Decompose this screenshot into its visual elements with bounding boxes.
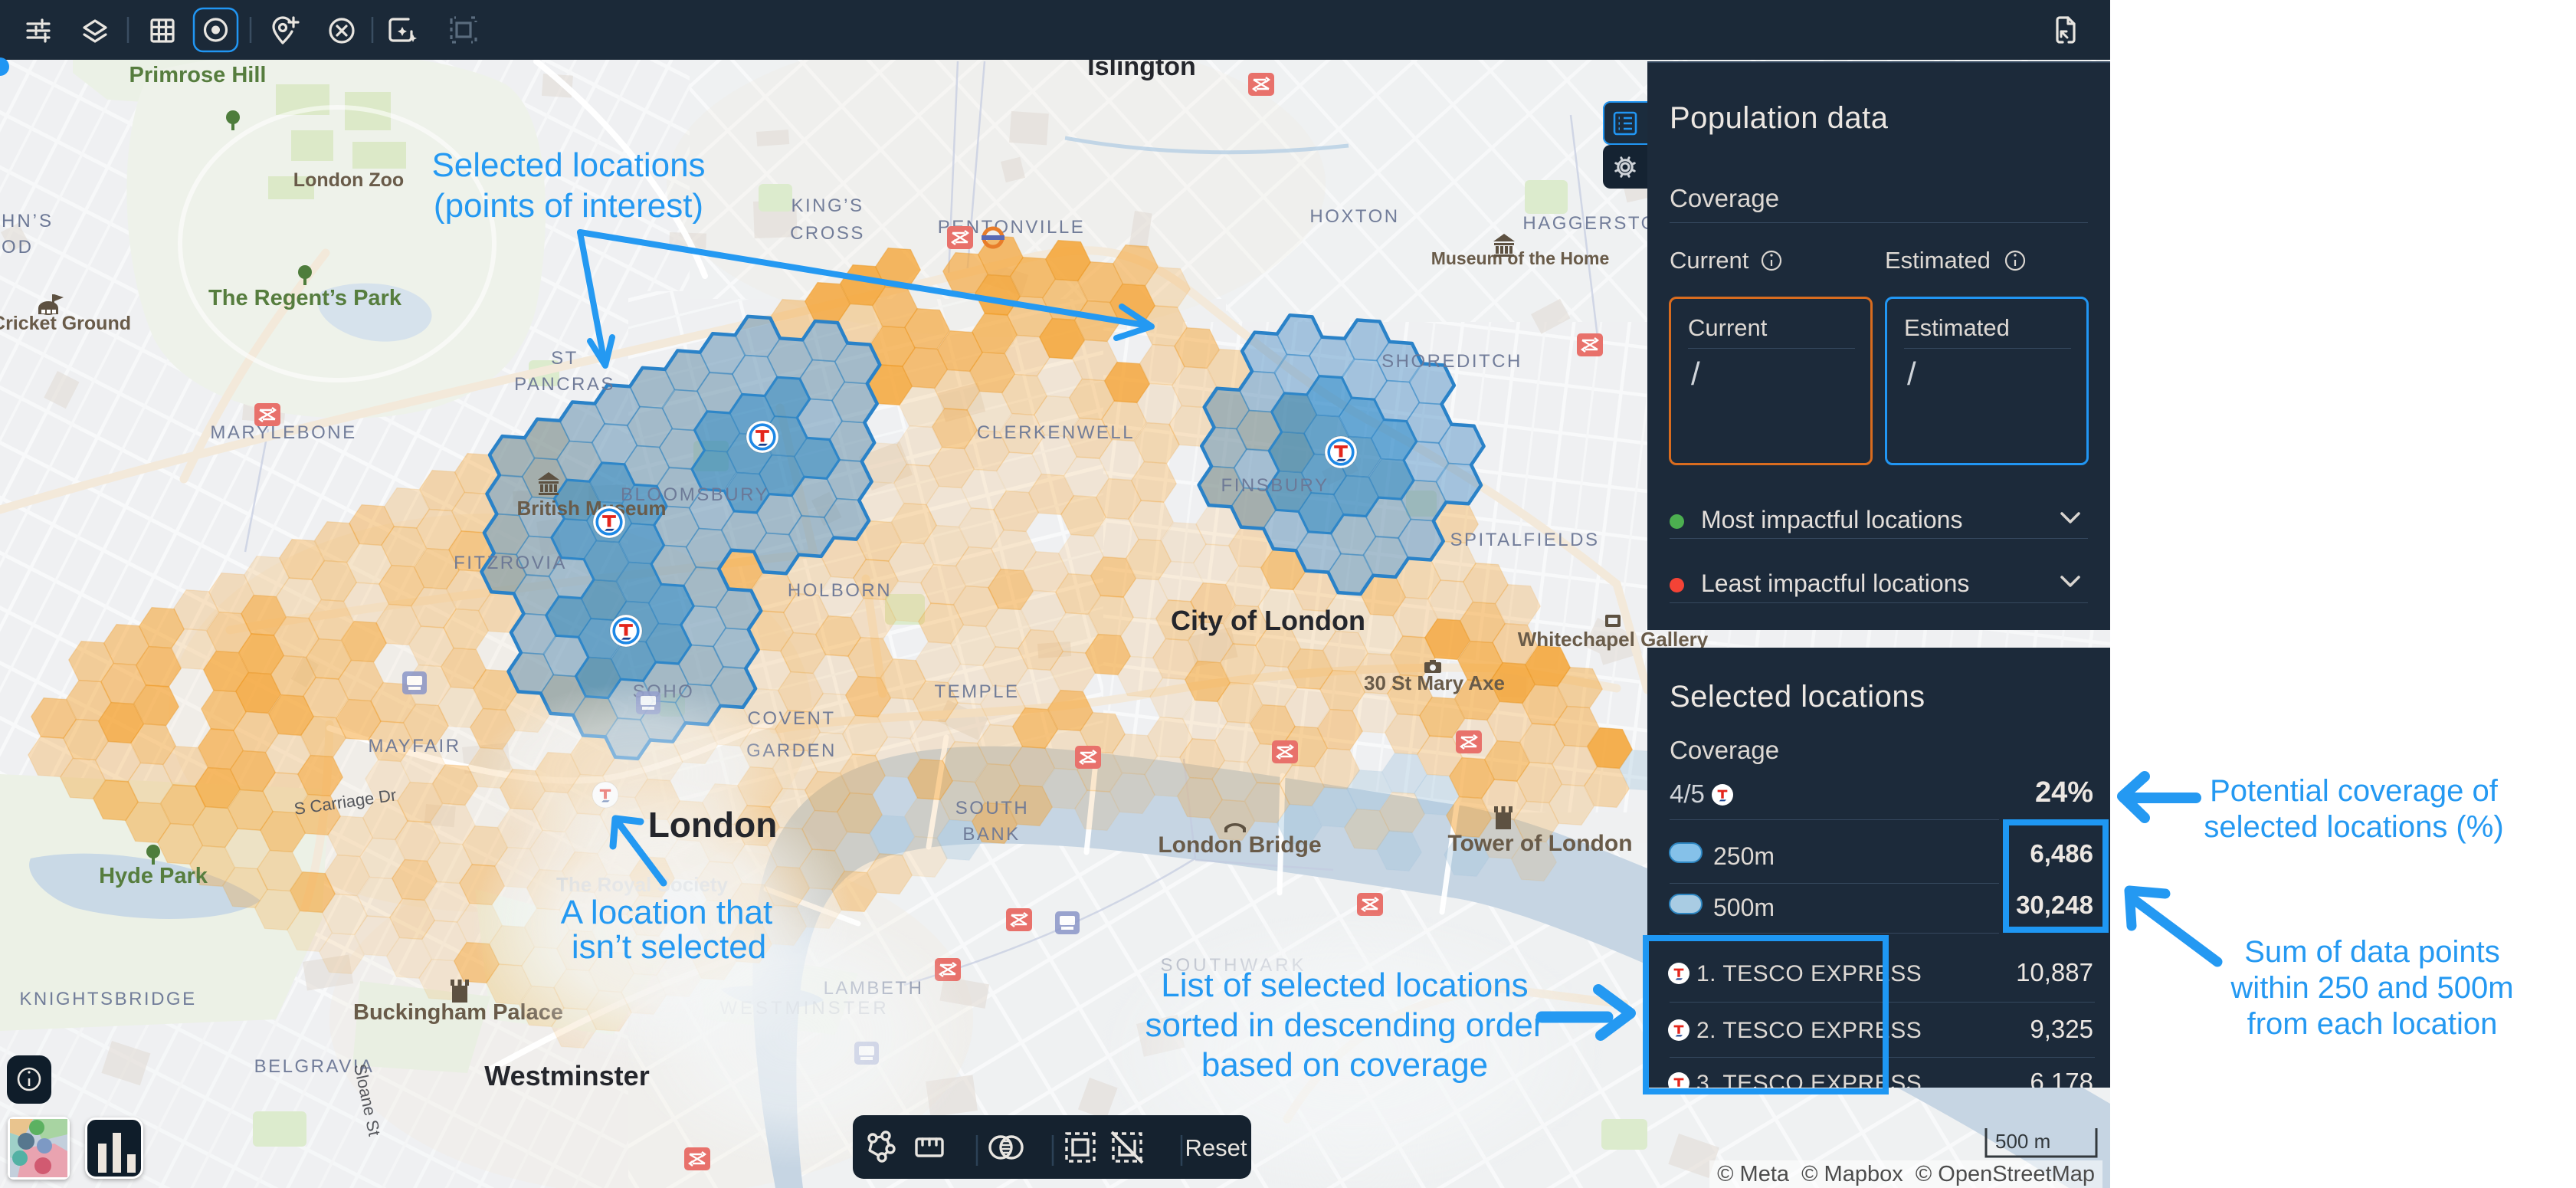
svg-text:(points of interest): (points of interest) <box>434 187 703 225</box>
svg-text:MAYFAIR: MAYFAIR <box>368 736 460 756</box>
svg-text:ST: ST <box>551 348 578 369</box>
svg-text:HN’S: HN’S <box>2 211 54 231</box>
svg-text:FINSBURY: FINSBURY <box>1221 475 1329 496</box>
svg-text:The Regent’s Park: The Regent’s Park <box>208 286 402 310</box>
svg-text:sorted in descending order: sorted in descending order <box>1145 1006 1545 1044</box>
svg-text:BANK: BANK <box>962 824 1020 845</box>
svg-text:OD: OD <box>2 237 34 258</box>
svg-text:City of London: City of London <box>1171 605 1365 636</box>
svg-text:Westminster: Westminster <box>484 1060 649 1091</box>
svg-text:TEMPLE: TEMPLE <box>934 681 1019 702</box>
svg-text:KNIGHTSBRIDGE: KNIGHTSBRIDGE <box>19 989 196 1009</box>
svg-text:based on coverage: based on coverage <box>1201 1046 1488 1084</box>
svg-text:List of selected locations: List of selected locations <box>1161 966 1528 1004</box>
svg-text:FITZROVIA: FITZROVIA <box>454 553 567 573</box>
svg-text:CLERKENWELL: CLERKENWELL <box>977 422 1135 443</box>
svg-text:SOUTH: SOUTH <box>955 798 1030 819</box>
svg-text:Museum of the Home: Museum of the Home <box>1431 248 1610 268</box>
svg-text:A location that: A location that <box>561 894 772 931</box>
svg-text:SHOREDITCH: SHOREDITCH <box>1381 351 1522 372</box>
svg-text:HOLBORN: HOLBORN <box>788 580 892 601</box>
svg-text:London Zoo: London Zoo <box>293 169 404 191</box>
svg-text:Cricket Ground: Cricket Ground <box>0 313 131 334</box>
svg-text:Selected locations: Selected locations <box>431 146 705 184</box>
svg-text:Reset: Reset <box>1185 1134 1247 1161</box>
svg-text:Tower of London: Tower of London <box>1447 831 1632 856</box>
svg-text:British Museum: British Museum <box>516 497 666 520</box>
svg-text:London Bridge: London Bridge <box>1158 832 1321 858</box>
svg-text:Hyde Park: Hyde Park <box>99 864 208 888</box>
svg-text:HOXTON: HOXTON <box>1309 206 1399 227</box>
svg-text:MARYLEBONE: MARYLEBONE <box>210 422 356 443</box>
svg-text:Primrose Hill: Primrose Hill <box>129 63 267 87</box>
svg-text:CROSS: CROSS <box>790 223 865 244</box>
svg-text:PANCRAS: PANCRAS <box>514 374 615 395</box>
svg-text:isn’t selected: isn’t selected <box>572 928 766 966</box>
svg-text:30 St Mary Axe: 30 St Mary Axe <box>1364 671 1505 694</box>
svg-text:KING’S: KING’S <box>791 195 864 216</box>
svg-text:London: London <box>648 805 778 845</box>
svg-text:500 m: 500 m <box>1995 1130 2050 1153</box>
svg-text:SPITALFIELDS: SPITALFIELDS <box>1450 530 1600 550</box>
